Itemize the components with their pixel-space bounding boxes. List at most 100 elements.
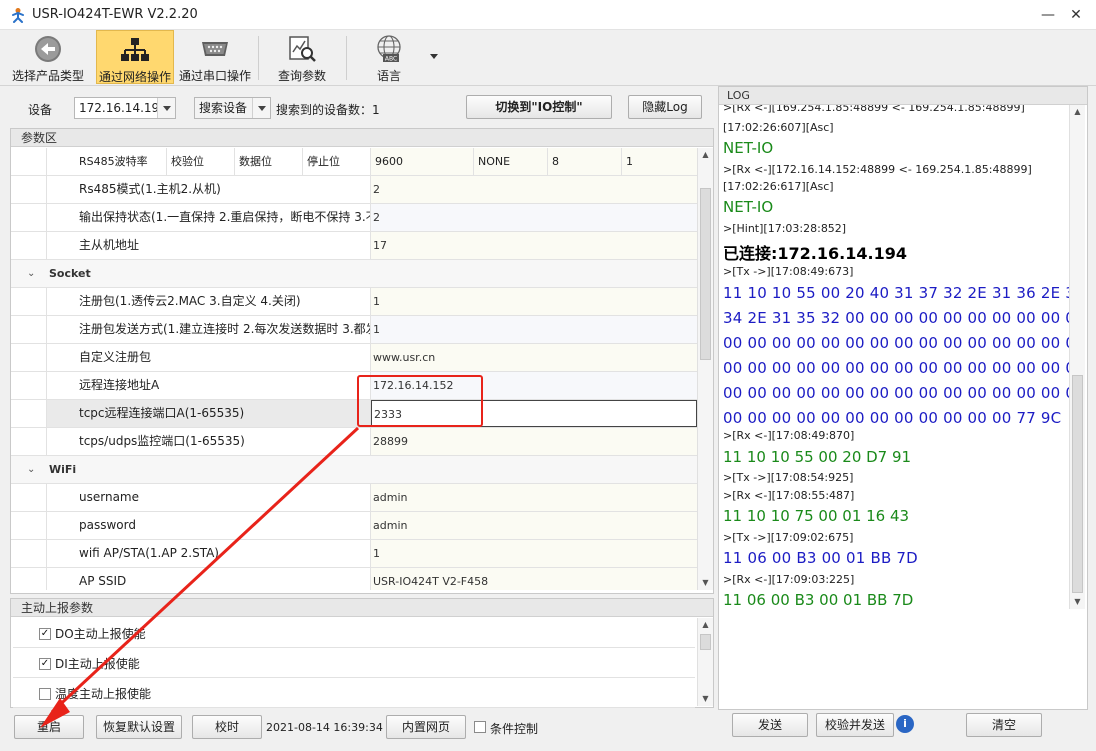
table-row[interactable]: tcps/udps监控端口(1-65535) 28899	[11, 428, 697, 456]
device-label: 设备	[28, 103, 53, 117]
list-item[interactable]: ✓ DO主动上报使能	[13, 620, 695, 648]
param-value[interactable]: 2	[371, 176, 697, 203]
param-value[interactable]: www.usr.cn	[371, 344, 697, 371]
clear-log-button[interactable]: 清空	[966, 713, 1042, 737]
category-row-socket[interactable]: ⌄ Socket	[11, 260, 697, 288]
table-row-selected[interactable]: tcpc远程连接端口A(1-65535) 2333	[11, 400, 697, 428]
scroll-down-icon[interactable]: ▼	[1070, 595, 1085, 609]
table-row[interactable]: Rs485模式(1.主机2.从机) 2	[11, 176, 697, 204]
scroll-down-icon[interactable]: ▼	[698, 692, 713, 706]
log-line: 11 06 00 B3 00 01 BB 7D	[723, 591, 914, 609]
verify-send-button[interactable]: 校验并发送	[816, 713, 894, 737]
parity-header: 校验位	[167, 148, 235, 175]
chevron-down-icon[interactable]	[430, 54, 438, 60]
scrollbar-thumb[interactable]	[700, 188, 711, 360]
found-devices-label: 搜索到的设备数：1	[276, 103, 380, 117]
table-row[interactable]: RS485波特率 校验位 数据位 停止位 9600 NONE 8 1	[11, 148, 697, 176]
list-item[interactable]: ✓ DI主动上报使能	[13, 650, 695, 678]
scroll-down-icon[interactable]: ▼	[698, 576, 713, 590]
temp-report-checkbox[interactable]	[39, 688, 51, 700]
switch-io-control-button[interactable]: 切换到"IO控制"	[466, 95, 612, 119]
param-value[interactable]: 2	[371, 204, 697, 231]
condition-control-checkbox[interactable]	[474, 721, 486, 733]
stopbits-header: 停止位	[303, 148, 371, 175]
table-row[interactable]: 注册包发送方式(1.建立连接时 2.每次发送数据时 3.都发 1	[11, 316, 697, 344]
param-name: 注册包发送方式(1.建立连接时 2.每次发送数据时 3.都发	[47, 316, 371, 343]
param-value[interactable]: 1	[371, 288, 697, 315]
info-icon[interactable]: i	[896, 715, 914, 733]
select-product-type-button[interactable]: 选择产品类型	[8, 30, 88, 84]
param-value[interactable]: 28899	[371, 428, 697, 455]
param-value[interactable]: admin	[371, 512, 697, 539]
chevron-down-icon[interactable]	[157, 98, 175, 118]
scroll-up-icon[interactable]: ▲	[698, 148, 713, 162]
param-value[interactable]: 17	[371, 232, 697, 259]
device-ip-value: 172.16.14.194	[79, 101, 167, 115]
chevron-down-icon[interactable]	[252, 98, 270, 118]
param-value[interactable]: 1	[371, 540, 697, 567]
network-operation-button[interactable]: 通过网络操作	[96, 30, 174, 84]
report-scrollbar[interactable]: ▲ ▼	[697, 618, 713, 706]
param-name: password	[47, 512, 371, 539]
table-row[interactable]: wifi AP/STA(1.AP 2.STA) 1	[11, 540, 697, 568]
restart-button[interactable]: 重启	[14, 715, 84, 739]
report-section-title: 主动上报参数	[11, 599, 713, 617]
category-row-wifi[interactable]: ⌄ WiFi	[11, 456, 697, 484]
chart-search-icon	[289, 36, 316, 62]
remote-port-input[interactable]: 2333	[371, 400, 697, 427]
minimize-button[interactable]: —	[1034, 4, 1062, 26]
baud-value[interactable]: 9600	[371, 148, 474, 175]
log-scrollbar[interactable]: ▲ ▼	[1069, 105, 1085, 609]
chevron-down-icon[interactable]: ⌄	[27, 464, 35, 475]
log-content[interactable]: >[Rx <-][169.254.1.85:48899 <- 169.254.1…	[723, 105, 1069, 609]
list-item[interactable]: 温度主动上报使能	[13, 680, 695, 708]
table-row[interactable]: 主从机地址 17	[11, 232, 697, 260]
table-row[interactable]: 输出保持状态(1.一直保持 2.重启保持，断电不保持 3.不 2	[11, 204, 697, 232]
search-device-button[interactable]: 搜索设备	[194, 97, 271, 119]
log-line: 11 06 00 B3 00 01 BB 7D	[723, 549, 918, 567]
scrollbar-thumb[interactable]	[700, 634, 711, 650]
restore-defaults-button[interactable]: 恢复默认设置	[96, 715, 182, 739]
log-line: 34 2E 31 35 32 00 00 00 00 00 00 00 00 0…	[723, 309, 1069, 327]
log-line: >[Hint][17:03:28:852]	[723, 222, 847, 235]
log-line: >[Tx ->][17:08:54:925]	[723, 471, 854, 484]
chevron-down-icon[interactable]: ⌄	[27, 268, 35, 279]
table-row[interactable]: password admin	[11, 512, 697, 540]
hide-log-button[interactable]: 隐藏Log	[628, 95, 702, 119]
log-line: 11 10 10 55 00 20 40 31 37 32 2E 31 36 2…	[723, 284, 1069, 302]
send-button[interactable]: 发送	[732, 713, 808, 737]
log-line: >[Tx ->][17:08:49:673]	[723, 265, 854, 278]
param-name: 输出保持状态(1.一直保持 2.重启保持，断电不保持 3.不	[47, 204, 371, 231]
scrollbar-thumb[interactable]	[1072, 375, 1083, 593]
remote-address-value[interactable]: 172.16.14.152	[371, 372, 697, 399]
globe-abc-icon: ABC	[377, 35, 401, 63]
table-row[interactable]: 自定义注册包 www.usr.cn	[11, 344, 697, 372]
device-ip-select[interactable]: 172.16.14.194	[74, 97, 176, 119]
language-button[interactable]: ABC 语言	[352, 30, 426, 84]
parity-value[interactable]: NONE	[474, 148, 548, 175]
param-value[interactable]: USR-IO424T V2-F458	[371, 568, 697, 590]
app-logo-icon	[12, 8, 24, 23]
scroll-up-icon[interactable]: ▲	[1070, 105, 1085, 119]
builtin-webpage-button[interactable]: 内置网页	[386, 715, 466, 739]
param-value[interactable]: admin	[371, 484, 697, 511]
table-row[interactable]: 注册包(1.透传云2.MAC 3.自定义 4.关闭) 1	[11, 288, 697, 316]
query-params-button[interactable]: 查询参数	[264, 30, 340, 84]
time-sync-button[interactable]: 校时	[192, 715, 262, 739]
close-button[interactable]: ✕	[1062, 4, 1090, 26]
databits-value[interactable]: 8	[548, 148, 622, 175]
params-scrollbar[interactable]: ▲ ▼	[697, 148, 713, 590]
scroll-up-icon[interactable]: ▲	[698, 618, 713, 632]
do-report-checkbox[interactable]: ✓	[39, 628, 51, 640]
params-grid: RS485波特率 校验位 数据位 停止位 9600 NONE 8 1 Rs485…	[11, 148, 697, 590]
params-panel: 参数区 RS485波特率 校验位 数据位 停止位 9600 NONE 8 1 R…	[10, 128, 714, 594]
table-row[interactable]: 远程连接地址A 172.16.14.152	[11, 372, 697, 400]
param-value[interactable]: 1	[371, 316, 697, 343]
di-report-checkbox[interactable]: ✓	[39, 658, 51, 670]
table-row[interactable]: username admin	[11, 484, 697, 512]
serial-port-icon	[202, 42, 228, 56]
param-name: tcpc远程连接端口A(1-65535)	[47, 400, 371, 427]
stopbits-value[interactable]: 1	[622, 148, 697, 175]
serial-operation-button[interactable]: 通过串口操作	[176, 30, 254, 84]
table-row[interactable]: AP SSID USR-IO424T V2-F458	[11, 568, 697, 590]
